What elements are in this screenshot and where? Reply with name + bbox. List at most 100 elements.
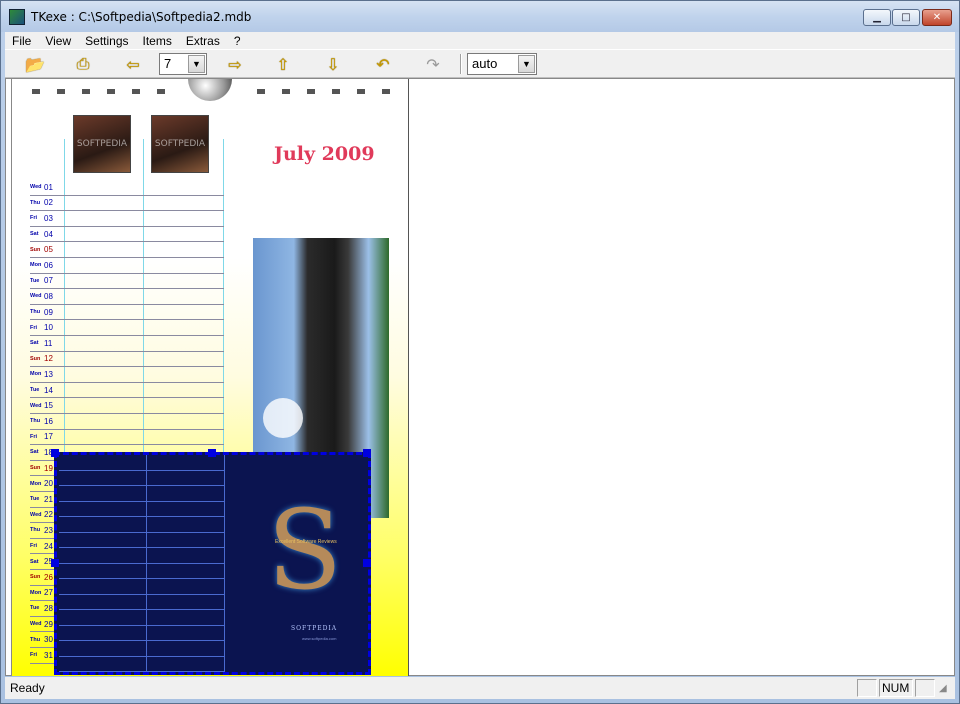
day-name: Sun xyxy=(30,355,41,362)
menu-settings[interactable]: Settings xyxy=(78,34,135,48)
close-icon: ✕ xyxy=(932,12,942,23)
day-name: Fri xyxy=(30,433,38,440)
resize-handle[interactable] xyxy=(51,559,59,567)
day-name: Wed xyxy=(30,621,42,628)
menu-view[interactable]: View xyxy=(38,34,78,48)
day-number: 10 xyxy=(44,323,53,333)
day-row[interactable]: Sun 12 xyxy=(30,352,224,368)
open-icon[interactable]: 📂 xyxy=(23,53,47,75)
day-number: 08 xyxy=(44,291,53,301)
spiral-hole xyxy=(257,89,265,94)
undo-icon[interactable]: ↶ xyxy=(371,53,395,75)
logo-tagline: Excellent Software Reviews xyxy=(275,539,337,545)
chevron-down-icon[interactable]: ▼ xyxy=(188,55,205,73)
toolbar: 📂 ⎙ ⇦ 7 ▼ ⇨ ⇧ ⇩ ↶ ↷ auto ▼ xyxy=(5,49,955,78)
day-name: Sun xyxy=(30,246,41,253)
day-number: 11 xyxy=(44,338,53,348)
resize-handle[interactable] xyxy=(363,449,371,457)
menu-help[interactable]: ? xyxy=(227,34,248,48)
document-area[interactable]: SOFTPEDIA SOFTPEDIA July 2009 Wed 01 Thu 02… xyxy=(5,78,955,676)
chevron-down-icon[interactable]: ▼ xyxy=(518,55,535,73)
day-name: Mon xyxy=(30,262,42,269)
status-bar: Ready NUM ◢ xyxy=(5,677,955,699)
minimize-button[interactable]: ▁ xyxy=(863,9,891,26)
day-row[interactable]: Tue 14 xyxy=(30,383,224,399)
day-name: Sun xyxy=(30,465,41,472)
day-row[interactable]: Mon 06 xyxy=(30,258,224,274)
day-row[interactable]: Mon 13 xyxy=(30,367,224,383)
day-row[interactable]: Sun 05 xyxy=(30,242,224,258)
arrow-left-icon[interactable]: ⇦ xyxy=(121,53,145,75)
day-name: Wed xyxy=(30,293,42,300)
day-row[interactable]: Tue 07 xyxy=(30,274,224,290)
day-name: Fri xyxy=(30,543,38,550)
arrow-up-icon[interactable]: ⇧ xyxy=(271,53,295,75)
maximize-button[interactable]: □ xyxy=(892,9,920,26)
spiral-hole xyxy=(82,89,90,94)
selected-image-frame[interactable]: S Excellent Software Reviews SOFTPEDIA w… xyxy=(51,449,371,675)
page-number-select[interactable]: 7 ▼ xyxy=(159,53,207,75)
day-name: Tue xyxy=(30,496,40,503)
day-number: 02 xyxy=(44,198,53,208)
num-lock-indicator: NUM xyxy=(879,679,913,697)
day-number: 06 xyxy=(44,260,53,270)
day-name: Sat xyxy=(30,449,39,456)
resize-handle[interactable] xyxy=(208,449,216,457)
day-row[interactable]: Thu 16 xyxy=(30,414,224,430)
day-number: 12 xyxy=(44,354,53,364)
day-name: Fri xyxy=(30,215,38,222)
day-row[interactable]: Fri 03 xyxy=(30,211,224,227)
day-row[interactable]: Thu 09 xyxy=(30,305,224,321)
day-row[interactable]: Fri 17 xyxy=(30,430,224,446)
logo-brand: SOFTPEDIA xyxy=(291,625,338,632)
spiral-hole xyxy=(382,89,390,94)
day-number: 13 xyxy=(44,369,53,379)
day-name: Wed xyxy=(30,184,42,191)
day-row[interactable]: Wed 01 xyxy=(30,180,224,196)
day-name: Sat xyxy=(30,231,39,238)
status-panel xyxy=(857,679,877,697)
resize-grip-icon[interactable]: ◢ xyxy=(939,683,947,694)
day-name: Thu xyxy=(30,199,41,206)
day-name: Thu xyxy=(30,418,41,425)
resize-handle[interactable] xyxy=(51,449,59,457)
day-row[interactable]: Wed 08 xyxy=(30,289,224,305)
spiral-hole xyxy=(57,89,65,94)
menu-items[interactable]: Items xyxy=(136,34,179,48)
hanger-ring xyxy=(188,79,232,101)
day-number: 03 xyxy=(44,213,53,223)
print-icon[interactable]: ⎙ xyxy=(71,53,95,75)
day-row[interactable]: Thu 02 xyxy=(30,196,224,212)
zoom-select[interactable]: auto ▼ xyxy=(467,53,537,75)
day-name: Thu xyxy=(30,527,41,534)
day-row[interactable]: Wed 15 xyxy=(30,398,224,414)
toolbar-separator xyxy=(460,54,462,74)
logo-letter: S xyxy=(267,486,343,614)
day-number: 01 xyxy=(44,182,53,192)
app-icon[interactable] xyxy=(9,9,25,25)
arrow-down-icon[interactable]: ⇩ xyxy=(321,53,345,75)
calendar-page[interactable]: SOFTPEDIA SOFTPEDIA July 2009 Wed 01 Thu 02… xyxy=(11,79,409,676)
day-number: 14 xyxy=(44,385,53,395)
minimize-icon: ▁ xyxy=(873,12,881,23)
day-name: Thu xyxy=(30,636,41,643)
menu-bar: File View Settings Items Extras ? xyxy=(5,32,955,49)
day-name: Sun xyxy=(30,574,41,581)
arrow-right-icon[interactable]: ⇨ xyxy=(223,53,247,75)
maximize-icon: □ xyxy=(901,12,911,23)
day-name: Wed xyxy=(30,511,42,518)
close-button[interactable]: ✕ xyxy=(922,9,952,26)
day-number: 04 xyxy=(44,229,53,239)
calendar-title[interactable]: July 2009 xyxy=(274,143,375,165)
day-row[interactable]: Sat 11 xyxy=(30,336,224,352)
day-row[interactable]: Fri 10 xyxy=(30,320,224,336)
day-name: Sat xyxy=(30,558,39,565)
resize-handle[interactable] xyxy=(363,559,371,567)
spiral-hole xyxy=(332,89,340,94)
day-row[interactable]: Sat 04 xyxy=(30,227,224,243)
title-bar[interactable]: TKexe : C:\Softpedia\Softpedia2.mdb ▁ □ … xyxy=(1,1,959,32)
menu-extras[interactable]: Extras xyxy=(179,34,227,48)
menu-file[interactable]: File xyxy=(5,34,38,48)
day-name: Thu xyxy=(30,309,41,316)
day-name: Tue xyxy=(30,387,40,394)
